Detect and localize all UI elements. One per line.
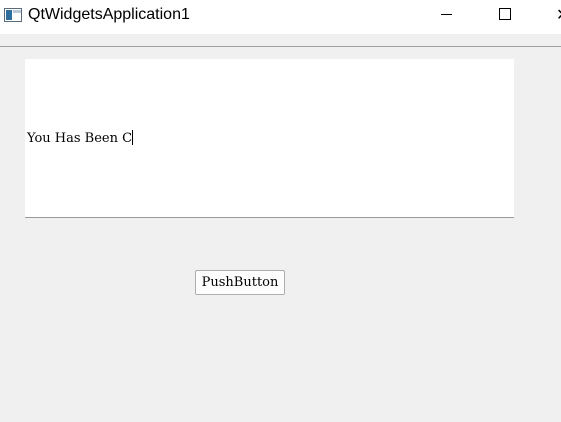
close-icon: ✕ — [556, 5, 561, 24]
maximize-button[interactable] — [482, 0, 528, 32]
text-edit-content: You Has Been C — [27, 130, 134, 147]
app-window-icon — [4, 8, 22, 22]
text-edit-field[interactable]: You Has Been C — [25, 59, 514, 218]
close-button[interactable]: ✕ — [540, 0, 561, 32]
main-window: QtWidgetsApplication1 ✕ You Has Been C P… — [0, 0, 561, 422]
menu-bar — [0, 34, 561, 47]
push-button[interactable]: PushButton — [195, 270, 285, 295]
minimize-icon — [441, 14, 452, 15]
window-title: QtWidgetsApplication1 — [28, 6, 190, 23]
maximize-icon — [499, 8, 511, 20]
minimize-button[interactable] — [424, 0, 470, 32]
title-bar[interactable]: QtWidgetsApplication1 ✕ — [0, 0, 561, 34]
text-edit-value: You Has Been C — [27, 131, 133, 146]
text-cursor — [132, 130, 134, 145]
